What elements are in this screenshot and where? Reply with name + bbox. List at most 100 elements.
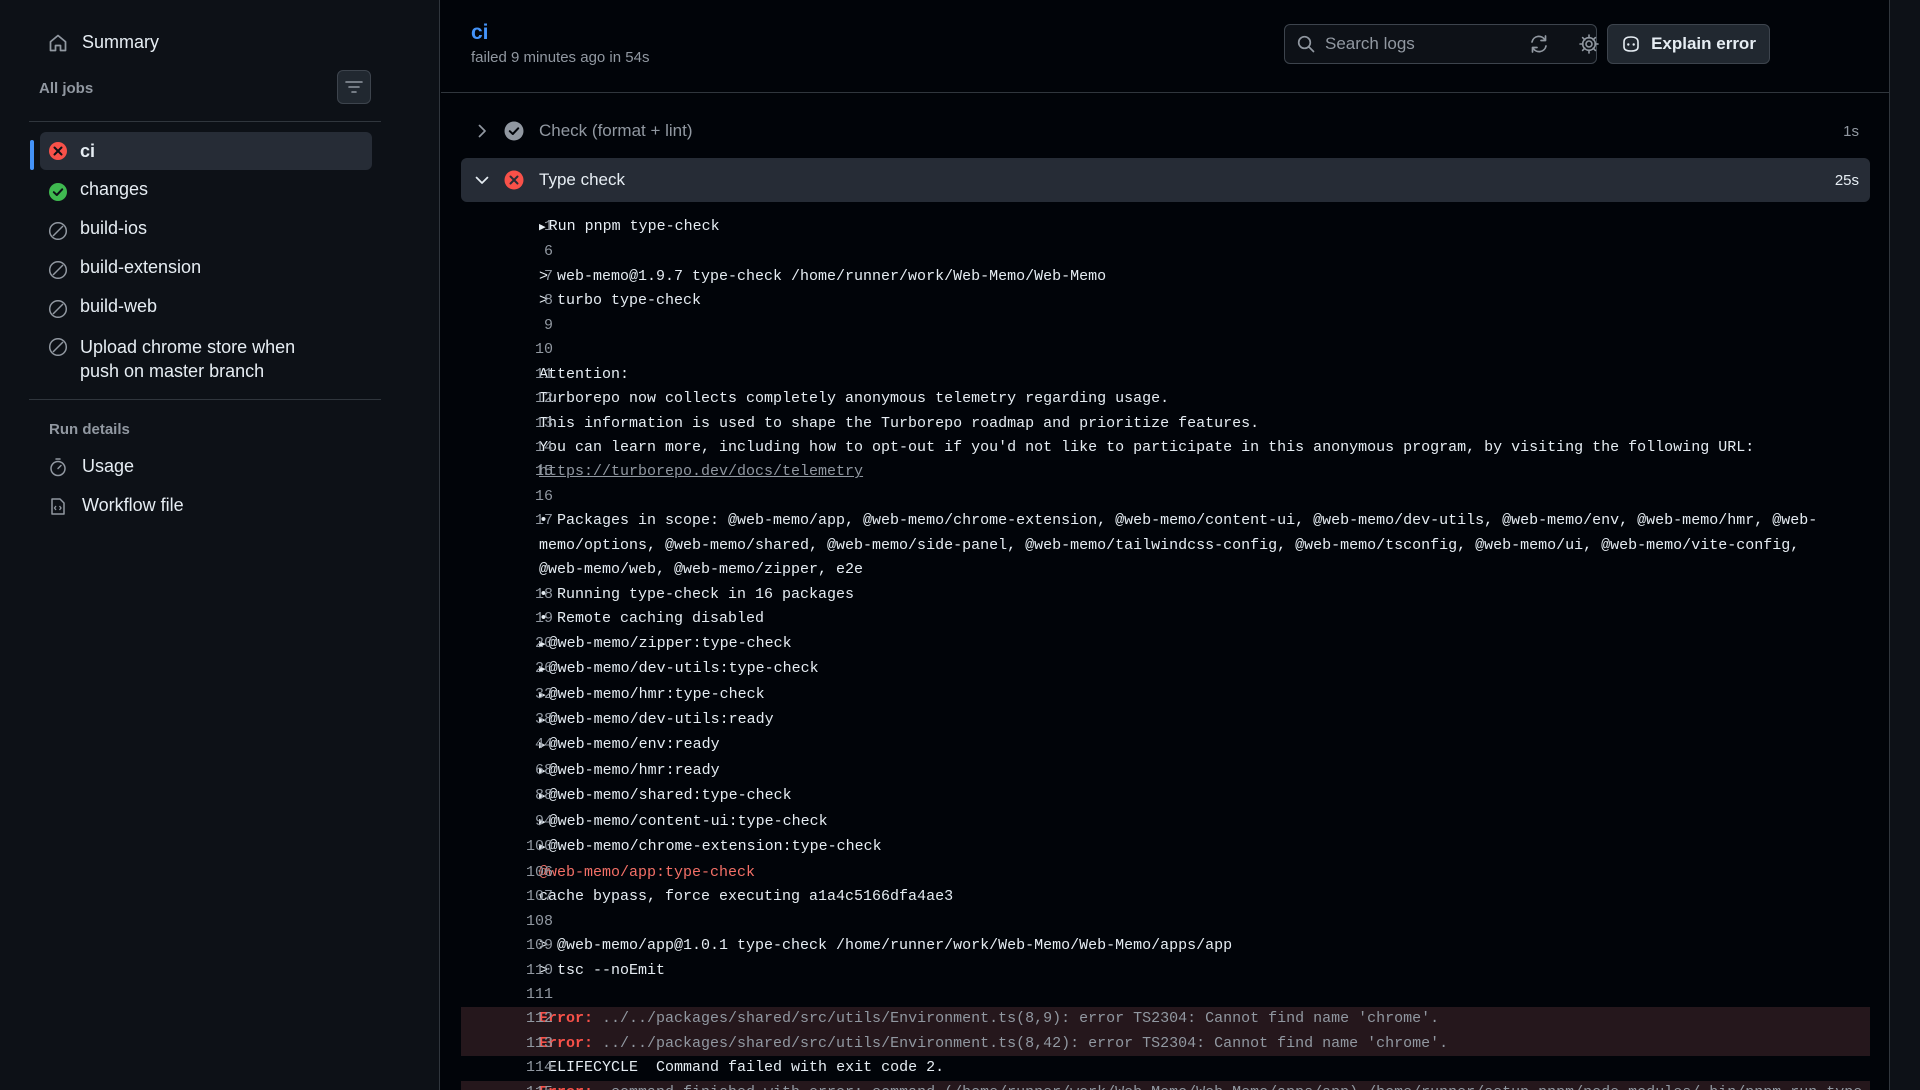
log-text: You can learn more, including how to opt… (539, 436, 1870, 460)
log-line: 14 You can learn more, including how to o… (461, 436, 1870, 460)
log-text: > turbo type-check (539, 289, 1870, 313)
log-line: 114 ELIFECYCLE Command failed with exit … (461, 1056, 1870, 1080)
log-line: 15 https://turborepo.dev/docs/telemetry (461, 460, 1870, 484)
line-number[interactable]: 88 (461, 784, 553, 808)
run-details-heading: Run details (49, 421, 130, 438)
log-text: cache bypass, force executing a1a4c5166d… (539, 885, 1870, 909)
line-number[interactable]: 15 (461, 460, 553, 484)
line-number[interactable]: 6 (461, 240, 553, 264)
line-number[interactable]: 17 (461, 509, 553, 533)
log-line: 110 > tsc --noEmit (461, 959, 1870, 983)
log-text: ▶ Run pnpm type-check (539, 215, 1870, 240)
log-group-label: @web-memo/chrome-extension:type-check (548, 838, 882, 856)
usage-link[interactable]: Usage (48, 456, 134, 477)
sidebar: Summary All jobs ci changes build-ios bu… (0, 0, 440, 1090)
log-text: ▶ @web-memo/hmr:ready (539, 759, 1870, 784)
summary-link[interactable]: Summary (48, 32, 159, 53)
line-number[interactable]: 94 (461, 810, 553, 834)
line-number[interactable]: 110 (461, 959, 553, 983)
line-number[interactable]: 20 (461, 632, 553, 656)
line-number[interactable]: 44 (461, 733, 553, 757)
log-line[interactable]: 26 ▶ @web-memo/dev-utils:type-check (461, 657, 1870, 682)
log-group-label: @web-memo/hmr:type-check (548, 685, 765, 703)
line-number[interactable]: 26 (461, 657, 553, 681)
filter-jobs-button[interactable] (337, 70, 371, 104)
log-text: This information is used to shape the Tu… (539, 412, 1870, 436)
log-line: 107 cache bypass, force executing a1a4c51… (461, 885, 1870, 909)
line-number[interactable]: 10 (461, 338, 553, 362)
log-link[interactable]: https://turborepo.dev/docs/telemetry (539, 463, 863, 480)
line-number[interactable]: 106 (461, 861, 553, 885)
line-number[interactable]: 11 (461, 363, 553, 387)
log-text: > tsc --noEmit (539, 959, 1870, 983)
line-number[interactable]: 14 (461, 436, 553, 460)
job-label: build-web (80, 296, 158, 316)
line-number[interactable]: 12 (461, 387, 553, 411)
line-number[interactable]: 112 (461, 1007, 553, 1031)
scrollbar[interactable] (1889, 0, 1920, 1090)
log-text: https://turborepo.dev/docs/telemetry (539, 460, 1870, 484)
log-line[interactable]: 100 ▶ @web-memo/chrome-extension:type-chec… (461, 835, 1870, 860)
explain-error-button[interactable]: Explain error (1607, 24, 1770, 64)
usage-label: Usage (82, 456, 135, 476)
job-status-subtitle: failed 9 minutes ago in 54s (471, 49, 650, 66)
log-group-label: @web-memo/hmr:ready (548, 761, 720, 779)
line-number[interactable]: 111 (461, 983, 553, 1007)
line-number[interactable]: 114 (461, 1056, 553, 1080)
log-line[interactable]: 1 ▶ Run pnpm type-check (461, 215, 1870, 240)
log-line: 9 (461, 314, 1870, 338)
line-number[interactable]: 100 (461, 835, 553, 859)
search-logs-box[interactable] (1284, 24, 1597, 64)
line-number[interactable]: 8 (461, 289, 553, 313)
line-number[interactable]: 19 (461, 607, 553, 631)
home-icon (49, 34, 67, 51)
job-item-changes[interactable]: changes (40, 179, 372, 202)
log-text: ▶ @web-memo/shared:type-check (539, 784, 1870, 809)
line-number[interactable]: 108 (461, 910, 553, 934)
line-number[interactable]: 18 (461, 583, 553, 607)
log-line[interactable]: 88 ▶ @web-memo/shared:type-check (461, 784, 1870, 809)
log-group-label: @web-memo/env:ready (548, 736, 720, 754)
line-number[interactable]: 113 (461, 1032, 553, 1056)
step-label: Check (format + lint) (539, 121, 693, 140)
log-line: 11 Attention: (461, 363, 1870, 387)
log-line: 19 • Remote caching disabled (461, 607, 1870, 631)
log-line[interactable]: 38 ▶ @web-memo/dev-utils:ready (461, 708, 1870, 733)
line-number[interactable]: 7 (461, 265, 553, 289)
line-number[interactable]: 115 (461, 1081, 553, 1090)
log-line[interactable]: 20 ▶ @web-memo/zipper:type-check (461, 632, 1870, 657)
log-text-content: Turborepo now collects completely anonym… (539, 390, 1170, 408)
gear-icon[interactable] (1578, 33, 1600, 55)
log-line: 111 (461, 983, 1870, 1007)
log-line[interactable]: 68 ▶ @web-memo/hmr:ready (461, 759, 1870, 784)
log-text: ELIFECYCLE Command failed with exit code… (539, 1056, 1870, 1080)
step-check-format-lint[interactable]: Check (format + lint) 1s (461, 109, 1870, 153)
log-line: 106 @web-memo/app:type-check (461, 861, 1870, 885)
log-line[interactable]: 94 ▶ @web-memo/content-ui:type-check (461, 810, 1870, 835)
workflow-file-link[interactable]: Workflow file (48, 495, 184, 516)
log-text: @web-memo/app:type-check (539, 861, 1870, 885)
line-number[interactable]: 109 (461, 934, 553, 958)
line-number[interactable]: 68 (461, 759, 553, 783)
line-number[interactable]: 16 (461, 485, 553, 509)
step-type-check[interactable]: Type check 25s (461, 158, 1870, 202)
job-item-build-extension[interactable]: build-extension (40, 257, 372, 280)
log-line[interactable]: 44 ▶ @web-memo/env:ready (461, 733, 1870, 758)
job-item-build-ios[interactable]: build-ios (40, 218, 372, 241)
line-number[interactable]: 13 (461, 412, 553, 436)
line-number[interactable]: 1 (461, 215, 553, 239)
log-line[interactable]: 32 ▶ @web-memo/hmr:type-check (461, 683, 1870, 708)
step-duration: 1s (1843, 122, 1859, 140)
job-item-ci[interactable]: ci (40, 132, 372, 170)
all-jobs-heading: All jobs (39, 80, 94, 97)
line-number[interactable]: 38 (461, 708, 553, 732)
log-text-content: cache bypass, force executing a1a4c5166d… (539, 888, 954, 906)
job-item-upload-chrome-store[interactable]: Upload chrome store when push on master … (40, 335, 372, 383)
line-number[interactable]: 107 (461, 885, 553, 909)
line-number[interactable]: 32 (461, 683, 553, 707)
chevron-right-icon (478, 124, 486, 138)
log-line: 7 > web-memo@1.9.7 type-check /home/runne… (461, 265, 1870, 289)
refresh-icon[interactable] (1528, 33, 1550, 55)
line-number[interactable]: 9 (461, 314, 553, 338)
job-item-build-web[interactable]: build-web (40, 296, 372, 319)
